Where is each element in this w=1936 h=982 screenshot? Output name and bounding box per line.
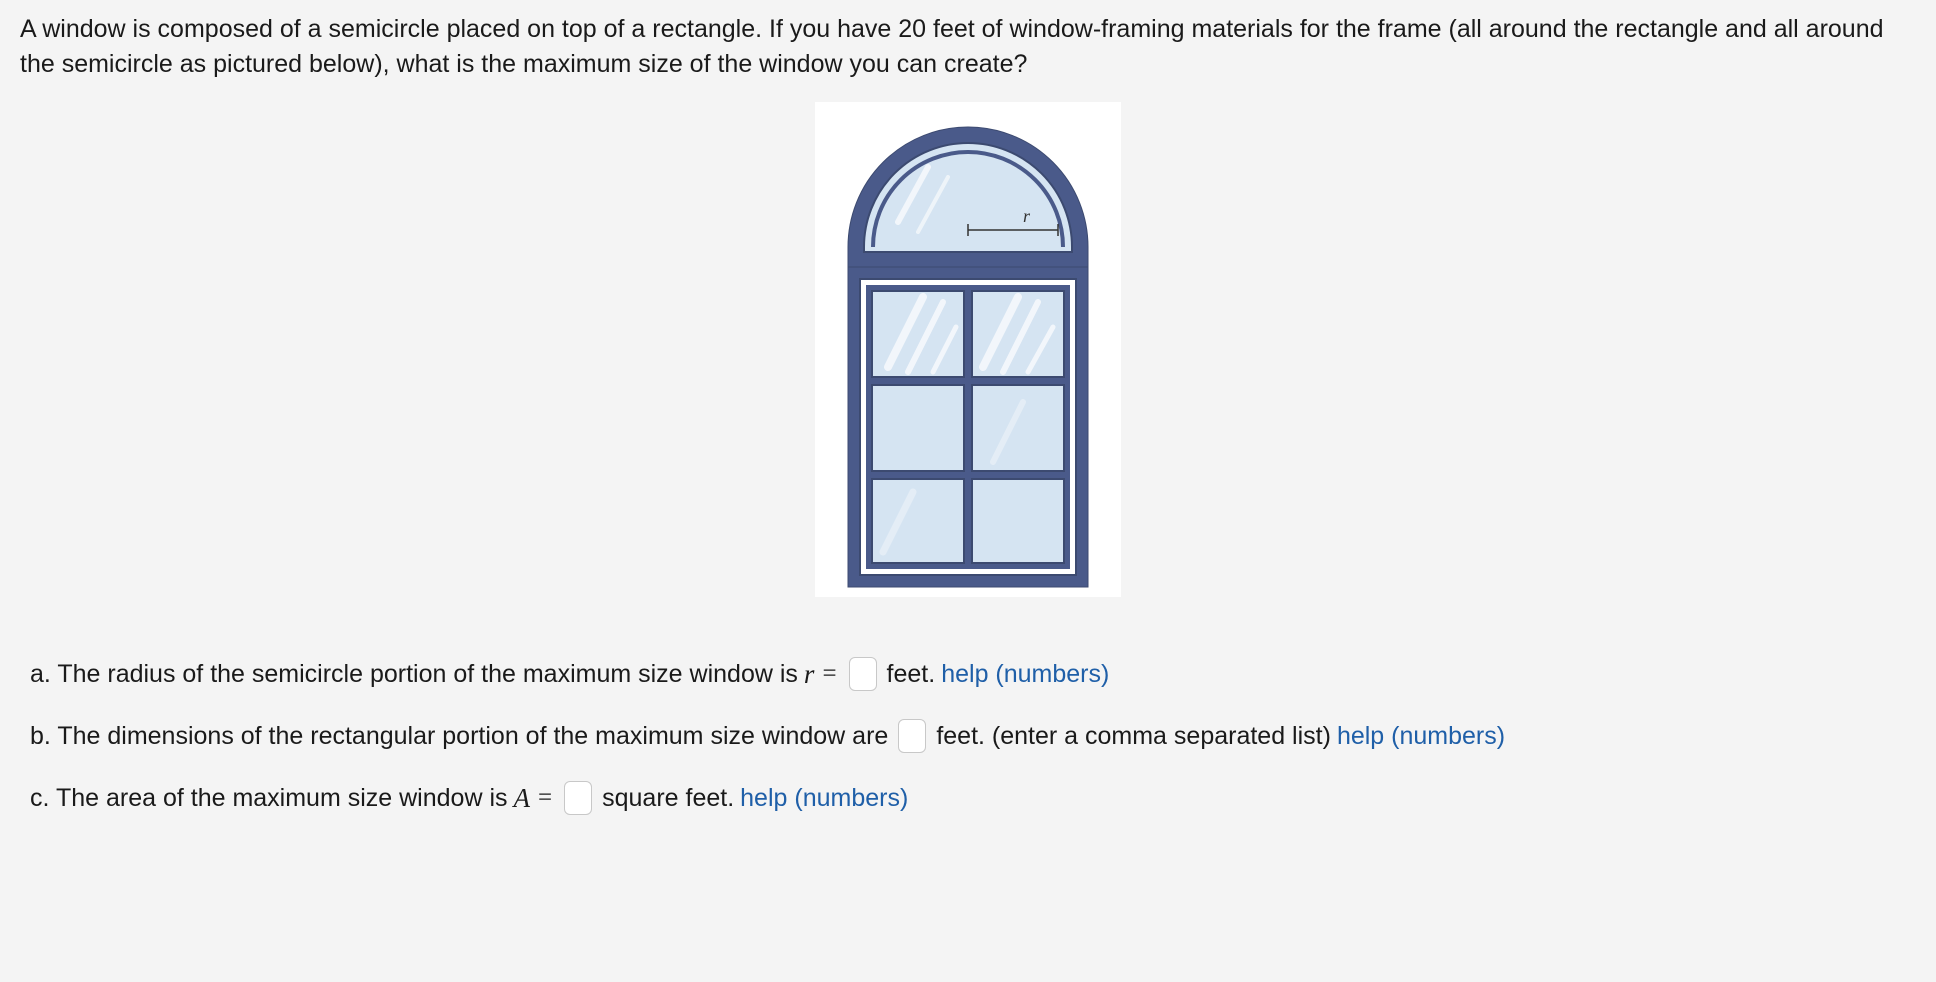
variable-r: r bbox=[804, 659, 815, 690]
window-svg: r bbox=[828, 112, 1108, 592]
part-c-prefix: c. The area of the maximum size window i… bbox=[30, 784, 508, 813]
answer-input-a[interactable] bbox=[849, 657, 877, 691]
window-figure: r bbox=[815, 102, 1121, 597]
figure-wrap: r bbox=[20, 102, 1916, 597]
answer-input-b[interactable] bbox=[898, 719, 926, 753]
answer-input-c[interactable] bbox=[564, 781, 592, 815]
equals-c: = bbox=[538, 784, 552, 812]
problem-statement: A window is composed of a semicircle pla… bbox=[20, 12, 1916, 82]
part-c: c. The area of the maximum size window i… bbox=[30, 781, 1906, 815]
help-link-a[interactable]: help (numbers) bbox=[941, 660, 1109, 689]
unit-a: feet. bbox=[887, 660, 936, 689]
equals-a: = bbox=[822, 660, 836, 688]
part-a-prefix: a. The radius of the semicircle portion … bbox=[30, 660, 798, 689]
part-b-prefix: b. The dimensions of the rectangular por… bbox=[30, 722, 888, 751]
part-a: a. The radius of the semicircle portion … bbox=[30, 657, 1906, 691]
help-link-b[interactable]: help (numbers) bbox=[1337, 722, 1505, 751]
problem-container: A window is composed of a semicircle pla… bbox=[0, 0, 1936, 982]
part-b: b. The dimensions of the rectangular por… bbox=[30, 719, 1906, 753]
unit-b: feet. (enter a comma separated list) bbox=[936, 722, 1331, 751]
radius-label: r bbox=[1023, 206, 1031, 226]
help-link-c[interactable]: help (numbers) bbox=[740, 784, 908, 813]
variable-A: A bbox=[514, 783, 531, 814]
unit-c: square feet. bbox=[602, 784, 734, 813]
